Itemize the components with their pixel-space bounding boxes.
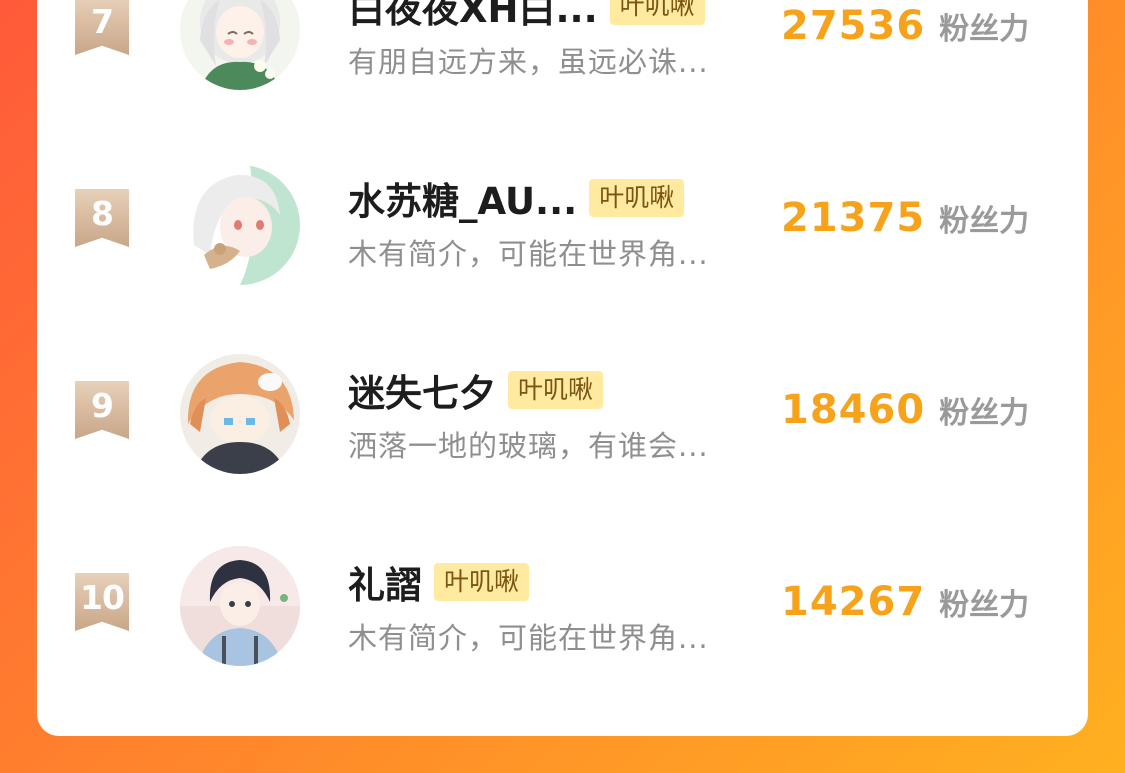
name-line: 白夜夜XH白... 叶叽啾 xyxy=(348,0,705,33)
score: 21375 粉丝力 xyxy=(781,195,1029,241)
score-unit: 粉丝力 xyxy=(939,588,1030,623)
tag-badge: 叶叽啾 xyxy=(609,0,705,25)
score: 27536 粉丝力 xyxy=(781,3,1029,49)
tag-badge: 叶叽啾 xyxy=(434,563,530,601)
rank-ribbon: 9 xyxy=(75,381,129,439)
ranking-card: 7 白夜夜XH白... 叶叽啾 有朋自远方来，虽远必诛... 27536 粉丝力… xyxy=(37,0,1088,736)
score: 14267 粉丝力 xyxy=(781,579,1029,625)
score-unit: 粉丝力 xyxy=(939,12,1030,47)
ranking-row[interactable]: 10 礼謵 叶叽啾 木有简介，可能在世界角... 14267 粉丝力 xyxy=(37,546,1088,696)
avatar[interactable] xyxy=(180,165,300,285)
avatar[interactable] xyxy=(180,0,300,90)
avatar[interactable] xyxy=(180,546,300,666)
score-value: 21375 xyxy=(781,195,926,241)
user-bio: 有朋自远方来，虽远必诛... xyxy=(348,45,709,79)
tag-badge: 叶叽啾 xyxy=(589,179,685,217)
rank-ribbon: 10 xyxy=(75,573,129,631)
user-bio: 木有简介，可能在世界角... xyxy=(348,621,709,655)
score-value: 14267 xyxy=(781,579,926,625)
ranking-row[interactable]: 7 白夜夜XH白... 叶叽啾 有朋自远方来，虽远必诛... 27536 粉丝力 xyxy=(37,0,1088,120)
ranking-row[interactable]: 9 迷失七夕 叶叽啾 洒落一地的玻璃，有谁会... 18460 粉丝力 xyxy=(37,354,1088,504)
avatar[interactable] xyxy=(180,354,300,474)
name-line: 水苏糖_AU... 叶叽啾 xyxy=(348,171,685,225)
username[interactable]: 礼謵 xyxy=(348,555,422,609)
user-bio: 洒落一地的玻璃，有谁会... xyxy=(348,429,709,463)
tag-badge: 叶叽啾 xyxy=(508,371,604,409)
score-value: 18460 xyxy=(781,387,926,433)
rank-ribbon: 8 xyxy=(75,189,129,247)
ranking-row[interactable]: 8 水苏糖_AU... 叶叽啾 木有简介，可能在世界角... 21375 粉丝力 xyxy=(37,162,1088,312)
score-unit: 粉丝力 xyxy=(939,204,1030,239)
user-bio: 木有简介，可能在世界角... xyxy=(348,237,709,271)
name-line: 礼謵 叶叽啾 xyxy=(348,555,530,609)
name-line: 迷失七夕 叶叽啾 xyxy=(348,363,604,417)
username[interactable]: 迷失七夕 xyxy=(348,363,496,417)
username[interactable]: 白夜夜XH白... xyxy=(348,0,598,33)
username[interactable]: 水苏糖_AU... xyxy=(348,171,577,225)
score: 18460 粉丝力 xyxy=(781,387,1029,433)
rank-ribbon: 7 xyxy=(75,0,129,55)
score-unit: 粉丝力 xyxy=(939,396,1030,431)
score-value: 27536 xyxy=(781,3,926,49)
